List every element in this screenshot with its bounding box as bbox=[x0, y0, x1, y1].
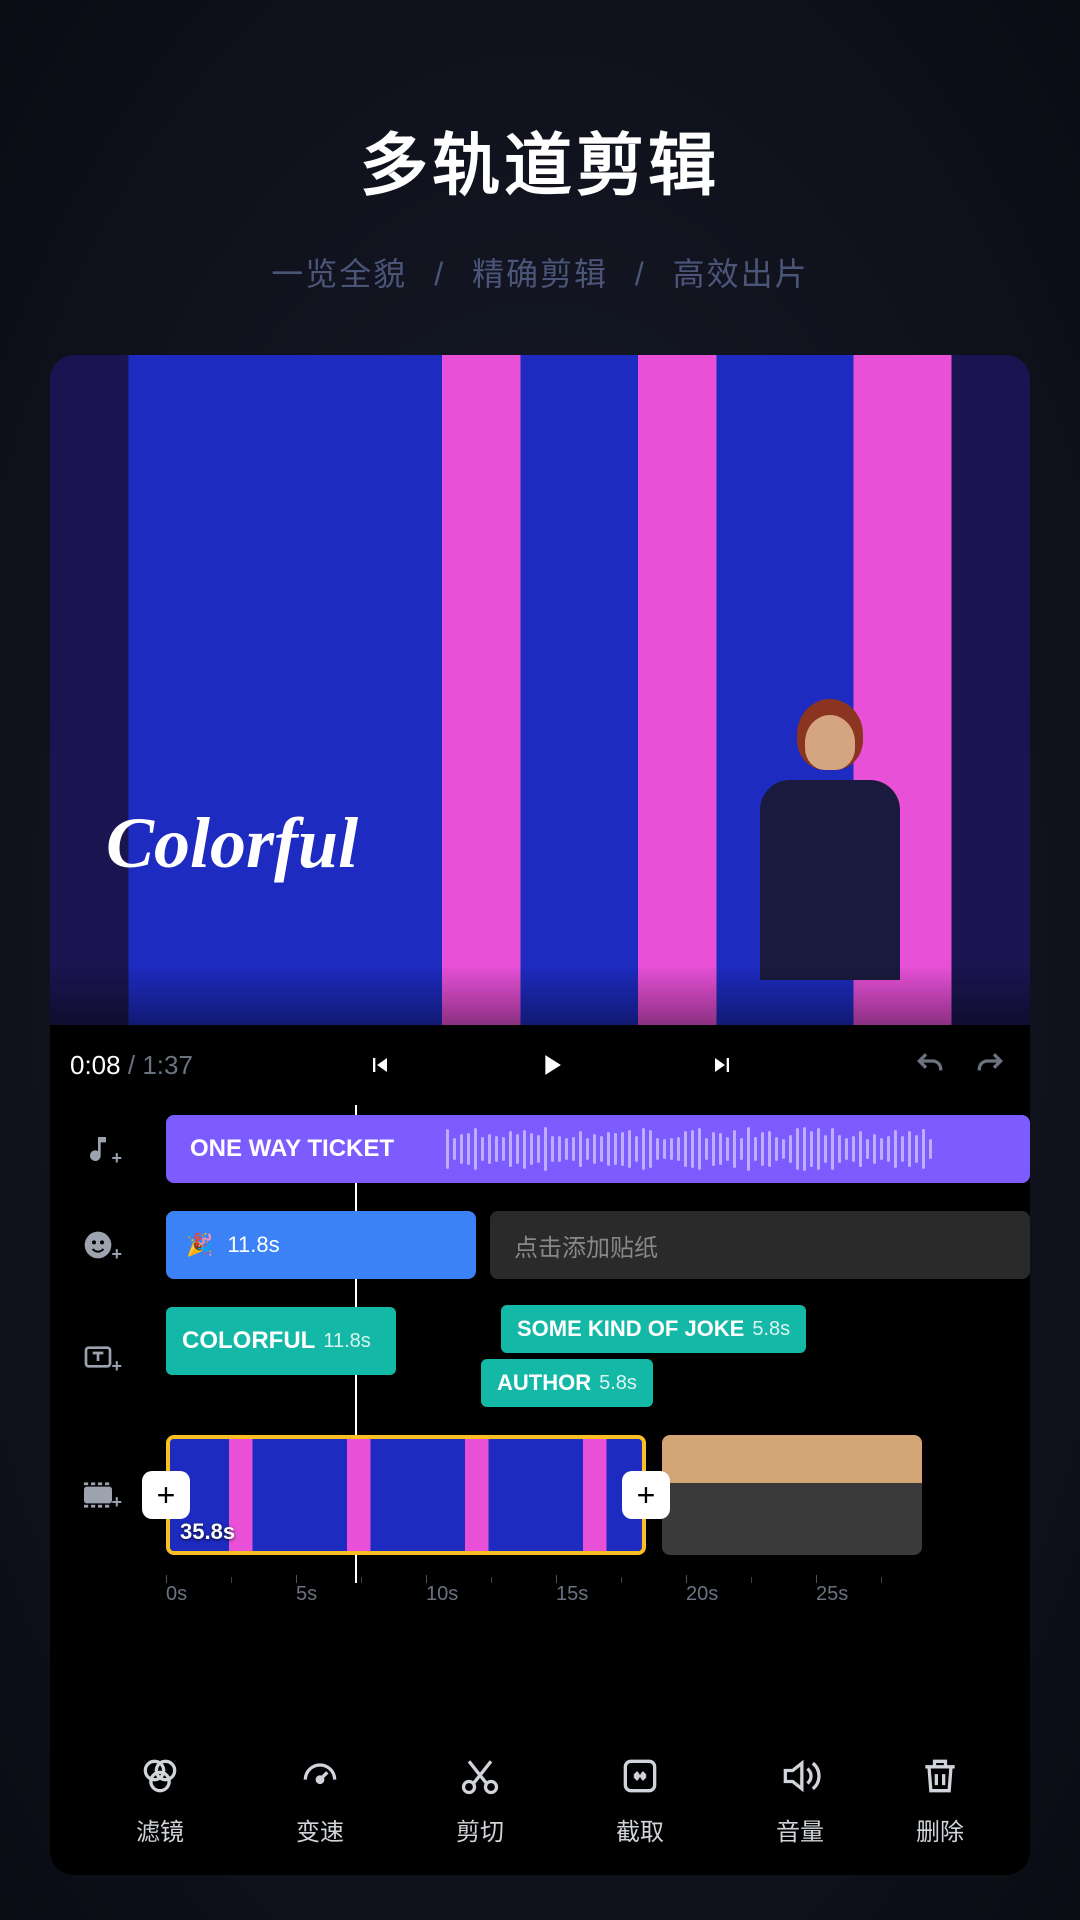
video-track: + + 35.8s + bbox=[50, 1435, 1030, 1555]
preview-overlay-text: Colorful bbox=[106, 802, 358, 885]
video-clip-1[interactable]: 35.8s bbox=[166, 1435, 646, 1555]
add-video-button[interactable]: + bbox=[70, 1481, 126, 1509]
skip-previous-icon bbox=[366, 1051, 394, 1079]
time-ruler: 0s5s10s15s20s25s bbox=[50, 1583, 1030, 1633]
next-button[interactable] bbox=[708, 1048, 736, 1082]
clip-duration: 35.8s bbox=[180, 1519, 235, 1545]
volume-tool[interactable]: 音量 bbox=[740, 1754, 860, 1847]
play-button[interactable] bbox=[534, 1048, 568, 1082]
video-clip-2[interactable] bbox=[662, 1435, 922, 1555]
editor-card: Colorful 0:08 / 1:37 bbox=[50, 355, 1030, 1875]
crop-tool[interactable]: 截取 bbox=[580, 1754, 700, 1847]
music-title: ONE WAY TICKET bbox=[190, 1135, 394, 1163]
text-clip-1[interactable]: SOME KIND OF JOKE 5.8s bbox=[501, 1305, 806, 1353]
text-track: + COLORFUL 11.8s SOME KIND OF JOKE 5.8s … bbox=[50, 1307, 1030, 1407]
trash-icon bbox=[918, 1754, 962, 1798]
play-icon bbox=[534, 1048, 568, 1082]
undo-icon bbox=[910, 1049, 950, 1081]
filter-tool[interactable]: 滤镜 bbox=[100, 1754, 220, 1847]
speed-tool[interactable]: 变速 bbox=[260, 1754, 380, 1847]
text-clip-main[interactable]: COLORFUL 11.8s bbox=[166, 1307, 396, 1375]
delete-tool[interactable]: 删除 bbox=[900, 1754, 980, 1847]
page-title: 多轨道剪辑 bbox=[0, 110, 1080, 209]
header: 多轨道剪辑 一览全貌 / 精确剪辑 / 高效出片 bbox=[0, 0, 1080, 295]
waveform bbox=[446, 1127, 1020, 1171]
add-text-button[interactable]: + bbox=[70, 1341, 126, 1373]
undo-button[interactable] bbox=[910, 1049, 950, 1081]
scissors-icon bbox=[458, 1754, 502, 1798]
music-track: + ONE WAY TICKET bbox=[50, 1115, 1030, 1183]
ruler-tick: 5s bbox=[296, 1583, 426, 1606]
cut-tool[interactable]: 剪切 bbox=[420, 1754, 540, 1847]
music-icon bbox=[82, 1133, 114, 1165]
crop-icon bbox=[618, 1754, 662, 1798]
add-sticker-hint[interactable]: 点击添加贴纸 bbox=[490, 1211, 1030, 1279]
redo-icon bbox=[970, 1049, 1010, 1081]
total-time: 1:37 bbox=[142, 1050, 193, 1080]
video-preview[interactable]: Colorful bbox=[50, 355, 1030, 1025]
ruler-tick: 10s bbox=[426, 1583, 556, 1606]
ruler-tick: 0s bbox=[166, 1583, 296, 1606]
music-clip[interactable]: ONE WAY TICKET bbox=[166, 1115, 1030, 1183]
timeline-tracks: + ONE WAY TICKET + 🎉 11.8s bbox=[50, 1105, 1030, 1633]
text-clip-2[interactable]: AUTHOR 5.8s bbox=[481, 1359, 653, 1407]
text-icon bbox=[82, 1341, 114, 1373]
sticker-clip[interactable]: 🎉 11.8s bbox=[166, 1211, 476, 1279]
ruler-tick: 20s bbox=[686, 1583, 816, 1606]
add-clip-between-button[interactable]: + bbox=[622, 1471, 670, 1519]
ruler-tick: 25s bbox=[816, 1583, 946, 1606]
emoji-icon bbox=[82, 1229, 114, 1261]
page-subtitle: 一览全貌 / 精确剪辑 / 高效出片 bbox=[0, 249, 1080, 295]
add-sticker-button[interactable]: + bbox=[70, 1229, 126, 1261]
bottom-toolbar: 滤镜 变速 剪切 截取 音量 删除 bbox=[50, 1725, 1030, 1875]
redo-button[interactable] bbox=[970, 1049, 1010, 1081]
add-clip-before-button[interactable]: + bbox=[142, 1471, 190, 1519]
filter-icon bbox=[138, 1754, 182, 1798]
current-time: 0:08 bbox=[70, 1050, 121, 1080]
prev-button[interactable] bbox=[366, 1048, 394, 1082]
sticker-duration: 11.8s bbox=[227, 1232, 279, 1258]
add-music-button[interactable]: + bbox=[70, 1133, 126, 1165]
ruler-tick: 15s bbox=[556, 1583, 686, 1606]
volume-icon bbox=[778, 1754, 822, 1798]
time-display: 0:08 / 1:37 bbox=[70, 1050, 193, 1081]
sticker-emoji: 🎉 bbox=[186, 1232, 213, 1258]
sticker-track: + 🎉 11.8s 点击添加贴纸 bbox=[50, 1211, 1030, 1279]
skip-next-icon bbox=[708, 1051, 736, 1079]
speed-icon bbox=[298, 1754, 342, 1798]
playback-controls: 0:08 / 1:37 bbox=[50, 1025, 1030, 1105]
